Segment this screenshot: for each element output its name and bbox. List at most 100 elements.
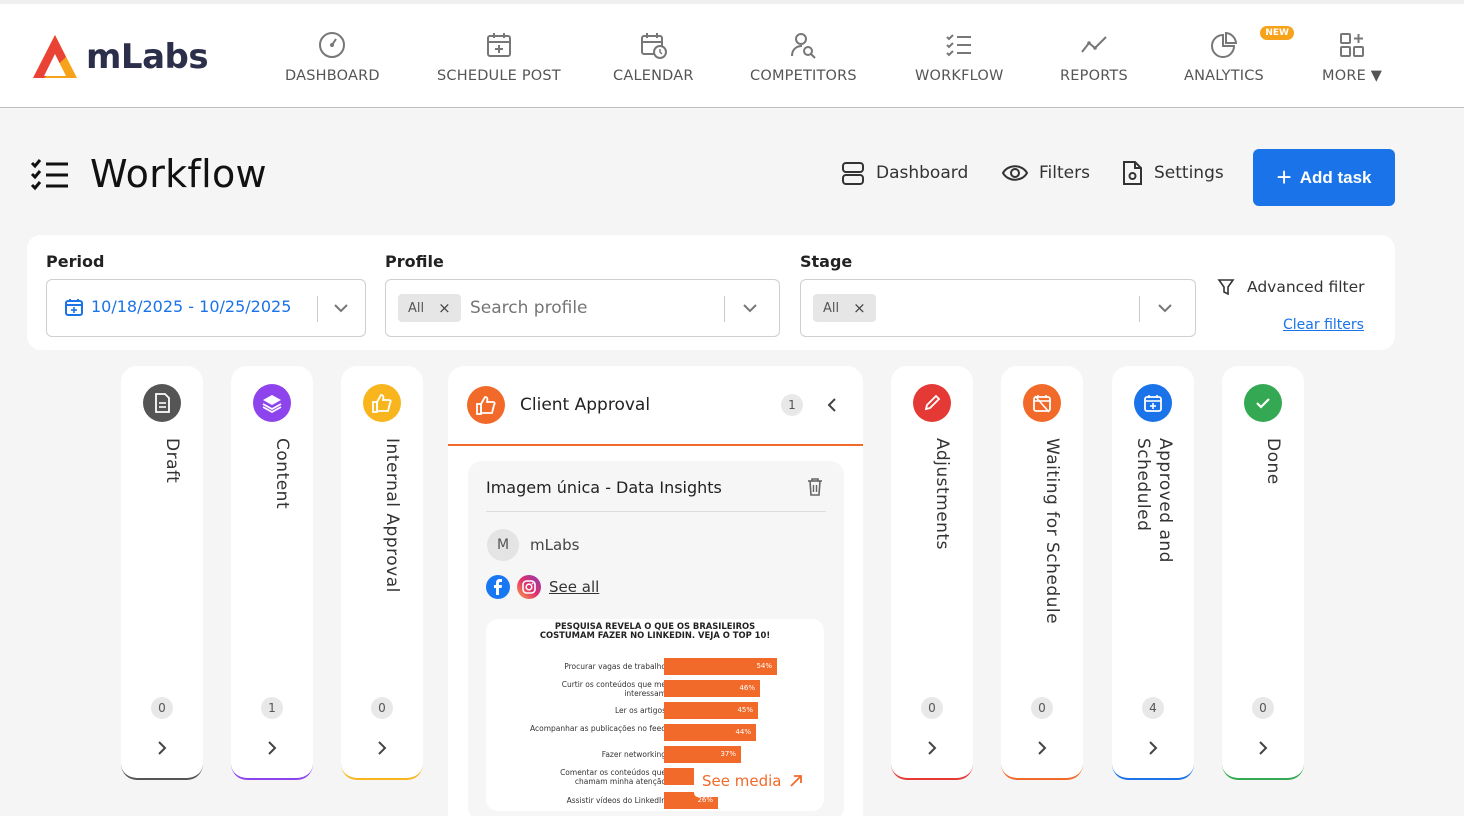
filters-button[interactable]: Filters (1001, 160, 1090, 186)
dashboard-layout-icon (842, 162, 864, 185)
thumbs-up-icon (363, 384, 401, 422)
facebook-icon (486, 575, 510, 599)
column-count-badge: 0 (1252, 697, 1274, 719)
calendar-plus-icon (1134, 384, 1172, 422)
nav-competitors[interactable]: COMPETITORS (750, 30, 857, 84)
chevron-down-icon[interactable] (740, 298, 760, 318)
mlabs-logo-icon (33, 35, 77, 78)
profile-chip-all[interactable]: All × (398, 294, 461, 322)
column-count-badge: 0 (151, 697, 173, 719)
nav-workflow[interactable]: WORKFLOW (915, 30, 1004, 84)
column-count-badge: 0 (921, 697, 943, 719)
column-count-badge: 1 (261, 697, 283, 719)
see-all-link[interactable]: See all (549, 578, 599, 596)
chevron-right-icon[interactable] (1032, 738, 1052, 758)
pencil-icon (913, 384, 951, 422)
chevron-right-icon[interactable] (1143, 738, 1163, 758)
bar-value-label: 45% (737, 706, 753, 714)
column-title: Done (1263, 438, 1283, 485)
advanced-filter-button[interactable]: Advanced filter (1217, 278, 1365, 296)
stage-select[interactable]: All × (800, 279, 1196, 337)
column-waiting-for-schedule[interactable]: Waiting for Schedule 0 (1001, 366, 1083, 780)
chevron-right-icon[interactable] (922, 738, 942, 758)
period-label: Period (46, 252, 105, 271)
nav-more[interactable]: MORE ▼ (1322, 30, 1382, 84)
column-draft[interactable]: Draft 0 (121, 366, 203, 780)
bar: 46% (664, 680, 760, 697)
task-card[interactable]: Imagem única - Data Insights M mLabs See… (468, 461, 844, 816)
document-icon (143, 384, 181, 422)
column-count-badge: 1 (781, 394, 803, 416)
see-media-button[interactable]: See media (694, 765, 812, 797)
calendar-off-icon (1023, 384, 1061, 422)
bar-row: Acompanhar as publicações no feed 44% (486, 723, 824, 741)
chevron-right-icon[interactable] (152, 738, 172, 758)
checklist-icon (946, 34, 972, 57)
bar-label: Assistir vídeos do LinkedIn (566, 796, 666, 805)
column-client-approval: Client Approval 1 Imagem única - Data In… (448, 366, 863, 816)
column-internal-approval[interactable]: Internal Approval 0 (341, 366, 423, 780)
pie-chart-icon (1211, 31, 1238, 58)
nav-calendar[interactable]: CALENDAR (613, 30, 694, 84)
chevron-down-icon[interactable] (331, 298, 351, 318)
calendar-plus-icon (486, 33, 511, 57)
eye-icon (1001, 165, 1029, 181)
bar-row: Ler os artigos 45% (486, 701, 824, 719)
funnel-icon (1217, 279, 1235, 296)
calendar-clock-icon (641, 33, 668, 59)
media-title-line-2: COSTUMAM FAZER NO LINKEDIN. VEJA O TOP 1… (539, 630, 771, 640)
chevron-right-icon[interactable] (262, 738, 282, 758)
bar: 54% (664, 658, 777, 675)
new-badge: NEW (1260, 26, 1294, 40)
bar-label: Curtir os conteúdos que me interessam (561, 680, 666, 698)
period-date-picker[interactable]: 10/18/2025 - 10/25/2025 (46, 279, 366, 337)
profile-label: Profile (385, 252, 444, 271)
nav-analytics[interactable]: ANALYTICS NEW (1184, 26, 1294, 84)
clear-filters-link[interactable]: Clear filters (1283, 317, 1364, 333)
column-adjustments[interactable]: Adjustments 0 (891, 366, 973, 780)
column-title: Content (272, 438, 292, 510)
bar-value-label: 44% (735, 728, 751, 736)
close-icon[interactable]: × (853, 299, 866, 317)
chevron-down-icon[interactable] (1155, 298, 1175, 318)
add-task-button[interactable]: + Add task (1253, 149, 1395, 206)
check-icon (1244, 384, 1282, 422)
bar: 45% (664, 702, 758, 719)
profile-select[interactable]: All × (385, 279, 780, 337)
column-approved-and-scheduled[interactable]: Approved and Scheduled 4 (1112, 366, 1194, 780)
close-icon[interactable]: × (438, 299, 451, 317)
bar-value-label: 46% (739, 684, 755, 692)
settings-button[interactable]: Settings (1120, 160, 1224, 186)
bar-value-label: 26% (697, 796, 713, 804)
column-title: Waiting for Schedule (1042, 438, 1062, 625)
dashboard-view-button[interactable]: Dashboard (840, 160, 968, 186)
column-title: Draft (162, 438, 182, 484)
chevron-left-icon[interactable] (822, 395, 842, 415)
nav-reports[interactable]: REPORTS (1060, 30, 1128, 84)
column-count-badge: 0 (371, 697, 393, 719)
mlabs-logo-text: mLabs (86, 37, 209, 77)
bar-label: Fazer networking (601, 750, 666, 759)
stage-chip-all[interactable]: All × (813, 294, 876, 322)
bar-row: Curtir os conteúdos que me interessam 46% (486, 679, 824, 697)
column-count-badge: 4 (1142, 697, 1164, 719)
column-done[interactable]: Done 0 (1222, 366, 1304, 780)
trash-icon[interactable] (806, 477, 824, 497)
thumbs-up-icon (467, 386, 505, 424)
column-content[interactable]: Content 1 (231, 366, 313, 780)
bar-label: Procurar vagas de trabalho (564, 662, 666, 671)
nav-schedule-post[interactable]: SCHEDULE POST (437, 30, 561, 84)
chevron-right-icon[interactable] (1253, 738, 1273, 758)
stage-label: Stage (800, 252, 853, 271)
media-preview[interactable]: PESQUISA REVELA O QUE OS BRASILEIROS COS… (486, 619, 824, 811)
column-title: Adjustments (932, 438, 952, 550)
column-title: Approved and Scheduled (1133, 438, 1175, 563)
bar-value-label: 37% (720, 750, 736, 758)
nav-dashboard[interactable]: DASHBOARD (285, 30, 380, 84)
task-card-title: Imagem única - Data Insights (486, 478, 722, 497)
line-chart-icon (1081, 36, 1107, 53)
search-profile-input[interactable] (470, 298, 710, 318)
mlabs-logo[interactable]: mLabs (30, 32, 209, 82)
arrow-up-right-icon (790, 775, 803, 787)
chevron-right-icon[interactable] (372, 738, 392, 758)
